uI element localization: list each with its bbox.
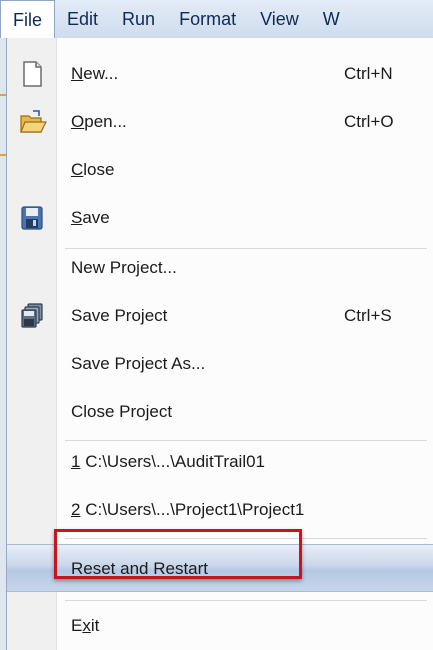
menu-item-save-project-as[interactable]: Save Project As... [7, 340, 433, 388]
application-window: File Edit Run Format View W New... Ctrl+… [0, 0, 433, 650]
save-project-icon [19, 302, 45, 330]
menu-item-exit[interactable]: Exit [7, 602, 433, 650]
menu-item-label: 1 C:\Users\...\AuditTrail01 [71, 452, 266, 471]
menu-item-recent-file-2[interactable]: 2 C:\Users\...\Project1\Project1 [7, 486, 433, 534]
menu-item-close[interactable]: Close [7, 146, 433, 194]
menu-item-close-project[interactable]: Close Project [7, 388, 433, 436]
menu-item-label: New Project... [71, 258, 177, 277]
menu-item-open[interactable]: Open... Ctrl+O [7, 98, 433, 146]
shortcut-text: Ctrl+O [344, 112, 394, 131]
file-dropdown-menu: New... Ctrl+N Open... Ctrl+O Close Save … [6, 38, 433, 650]
menu-item-save-project[interactable]: Save Project Ctrl+S [7, 292, 433, 340]
menu-item-label: Save Project [71, 306, 168, 325]
menu-separator [65, 600, 427, 601]
menu-format[interactable]: Format [167, 0, 248, 38]
new-document-icon [19, 60, 45, 88]
floppy-disk-icon [19, 204, 45, 232]
shortcut-text: Ctrl+N [344, 64, 393, 83]
menu-item-new[interactable]: New... Ctrl+N [7, 50, 433, 98]
menu-run[interactable]: Run [110, 0, 167, 38]
menu-file[interactable]: File [0, 0, 56, 39]
menu-item-label: New... [71, 64, 119, 83]
open-folder-icon [19, 108, 47, 136]
menu-item-recent-file-1[interactable]: 1 C:\Users\...\AuditTrail01 [7, 438, 433, 486]
menu-separator [65, 538, 427, 539]
menu-window-truncated[interactable]: W [311, 0, 352, 38]
menu-item-reset-and-restart[interactable]: Reset and Restart [7, 544, 433, 592]
menu-item-label: Save Project As... [71, 354, 206, 373]
menu-bar: File Edit Run Format View W [0, 0, 433, 39]
menu-item-save[interactable]: Save [7, 194, 433, 242]
menu-item-label: Save [71, 208, 110, 227]
menu-item-label: Close [71, 160, 115, 179]
menu-item-label: Open... [71, 112, 127, 131]
menu-item-label: Exit [71, 616, 100, 635]
menu-item-label: 2 C:\Users\...\Project1\Project1 [71, 500, 305, 519]
menu-item-label: Reset and Restart [71, 559, 209, 578]
menu-item-label: Close Project [71, 402, 173, 421]
menu-edit[interactable]: Edit [55, 0, 110, 38]
shortcut-text: Ctrl+S [344, 306, 392, 325]
menu-item-new-project[interactable]: New Project... [7, 244, 433, 292]
menu-view[interactable]: View [248, 0, 311, 38]
